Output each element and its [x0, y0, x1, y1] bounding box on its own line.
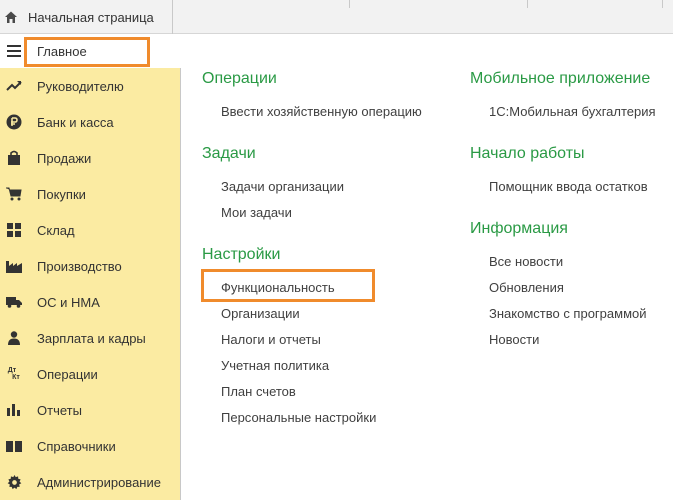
sidebar-item-label: Продажи — [37, 150, 92, 166]
link-functionality[interactable]: Функциональность — [221, 280, 335, 295]
tab-home-label: Начальная страница — [28, 9, 154, 25]
ruble-coin-icon — [2, 110, 26, 134]
bar-chart-icon — [2, 398, 26, 422]
shopping-cart-icon — [2, 182, 26, 206]
link-organizations[interactable]: Организации — [221, 306, 300, 321]
link-all-news[interactable]: Все новости — [489, 254, 563, 269]
warehouse-grid-icon — [2, 218, 26, 242]
factory-icon — [2, 254, 26, 278]
link-accounting-policy[interactable]: Учетная политика — [221, 358, 329, 373]
sidebar-item-label: Главное — [37, 43, 87, 59]
truck-icon — [2, 290, 26, 314]
shopping-bag-icon — [2, 146, 26, 170]
link-my-tasks[interactable]: Мои задачи — [221, 205, 292, 220]
sidebar-item-label: Банк и касса — [37, 114, 114, 130]
sidebar-item-label: Зарплата и кадры — [37, 330, 146, 346]
tab-divider — [172, 0, 173, 34]
tab-divider — [662, 0, 663, 8]
sidebar-item-warehouse[interactable]: Склад — [0, 212, 181, 248]
trend-chart-icon — [2, 74, 26, 98]
sidebar-item-label: Покупки — [37, 186, 86, 202]
sidebar: Главное Руководителю Банк и касса Продаж… — [0, 34, 181, 500]
sidebar-item-salary[interactable]: Зарплата и кадры — [0, 320, 181, 356]
link-org-tasks[interactable]: Задачи организации — [221, 179, 344, 194]
link-chart-of-accounts[interactable]: План счетов — [221, 384, 296, 399]
link-taxes-reports[interactable]: Налоги и отчеты — [221, 332, 321, 347]
group-title-start: Начало работы — [470, 145, 585, 162]
book-icon — [2, 434, 26, 458]
sidebar-item-label: Операции — [37, 366, 98, 382]
sidebar-item-assets[interactable]: ОС и НМА — [0, 284, 181, 320]
home-icon — [3, 9, 19, 25]
sidebar-item-label: Администрирование — [37, 474, 161, 490]
sidebar-item-management[interactable]: Руководителю — [0, 68, 181, 104]
link-personal-settings[interactable]: Персональные настройки — [221, 410, 376, 425]
sidebar-item-production[interactable]: Производство — [0, 248, 181, 284]
main-panel: Операции Ввести хозяйственную операцию З… — [182, 34, 673, 500]
sidebar-item-label: Справочники — [37, 438, 116, 454]
link-news[interactable]: Новости — [489, 332, 539, 347]
link-balance-assistant[interactable]: Помощник ввода остатков — [489, 179, 648, 194]
link-updates[interactable]: Обновления — [489, 280, 564, 295]
link-enter-operation[interactable]: Ввести хозяйственную операцию — [221, 104, 422, 119]
group-title-info: Информация — [470, 220, 568, 237]
menu-lines-icon — [2, 39, 26, 63]
sidebar-item-label: Отчеты — [37, 402, 82, 418]
debit-credit-icon: Дт Кт — [2, 362, 26, 386]
link-mobile-accounting[interactable]: 1С:Мобильная бухгалтерия — [489, 104, 656, 119]
sidebar-item-sales[interactable]: Продажи — [0, 140, 181, 176]
sidebar-item-label: Склад — [37, 222, 75, 238]
group-title-operations: Операции — [202, 70, 277, 87]
sidebar-item-label: Производство — [37, 258, 122, 274]
debit-label: Дт — [7, 367, 17, 374]
sidebar-item-label: Руководителю — [37, 78, 124, 94]
tab-home[interactable]: Начальная страница — [0, 0, 172, 34]
top-tab-bar: Начальная страница — [0, 0, 673, 34]
sidebar-item-admin[interactable]: Администрирование — [0, 464, 181, 500]
sidebar-item-label: ОС и НМА — [37, 294, 100, 310]
sidebar-item-catalogs[interactable]: Справочники — [0, 428, 181, 464]
sidebar-item-purchases[interactable]: Покупки — [0, 176, 181, 212]
person-icon — [2, 326, 26, 350]
tab-divider — [349, 0, 350, 8]
sidebar-item-bank[interactable]: Банк и касса — [0, 104, 181, 140]
group-title-settings: Настройки — [202, 246, 281, 263]
tab-divider — [527, 0, 528, 8]
sidebar-item-reports[interactable]: Отчеты — [0, 392, 181, 428]
sidebar-item-main[interactable]: Главное — [0, 34, 181, 68]
group-title-mobile: Мобильное приложение — [470, 70, 651, 87]
group-title-tasks: Задачи — [202, 145, 256, 162]
link-intro[interactable]: Знакомство с программой — [489, 306, 647, 321]
gear-icon — [2, 470, 26, 494]
sidebar-item-operations[interactable]: Дт Кт Операции — [0, 356, 181, 392]
credit-label: Кт — [12, 374, 20, 381]
